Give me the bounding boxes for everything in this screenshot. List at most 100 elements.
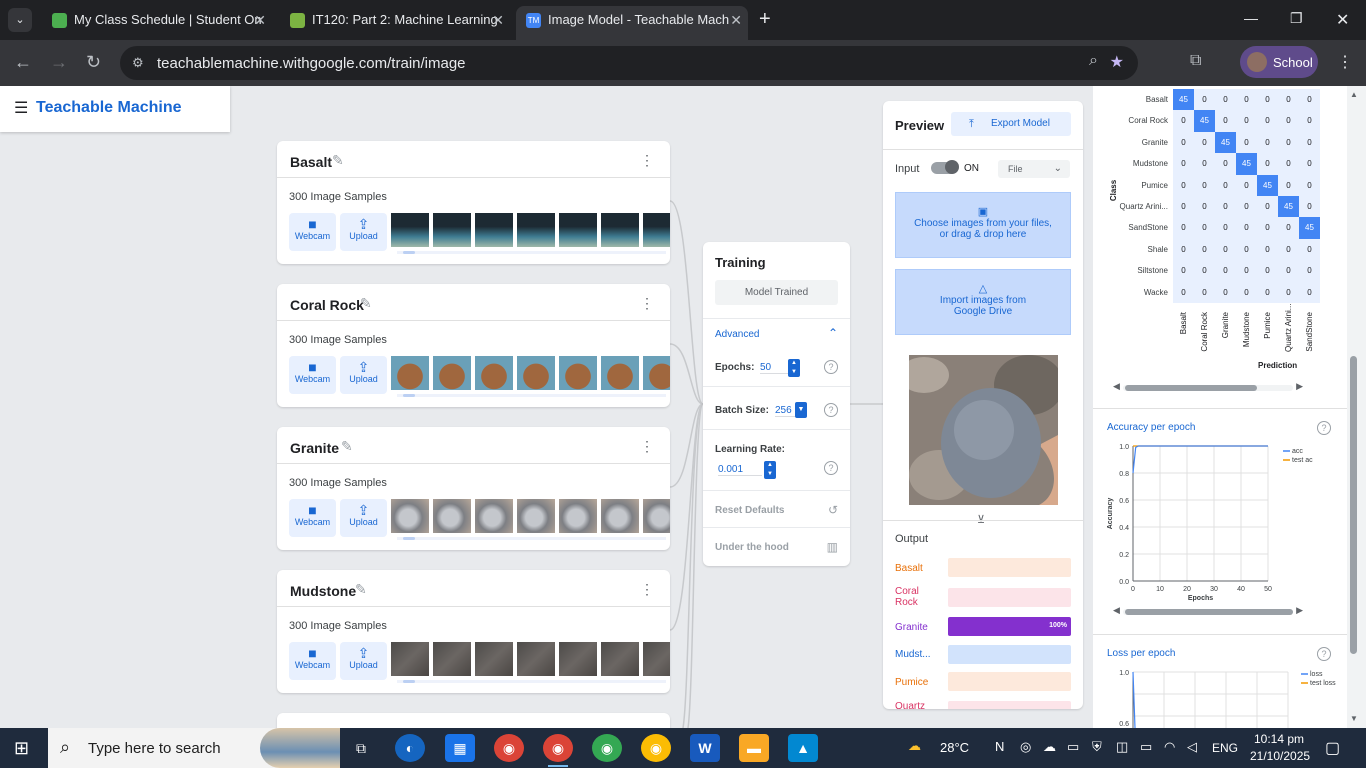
upload-button[interactable]: ⇪ Upload <box>340 499 387 537</box>
history-icon[interactable]: ↺ <box>828 503 838 517</box>
reload-icon[interactable]: ↻ <box>86 52 101 73</box>
sample-thumbnail[interactable] <box>643 213 670 247</box>
volume-icon[interactable]: ◁ <box>1187 739 1197 755</box>
sample-thumbnail[interactable] <box>601 213 639 247</box>
toggle-knob[interactable] <box>945 160 959 174</box>
scroll-thumb[interactable] <box>1125 385 1257 391</box>
sample-thumbnail[interactable] <box>475 642 513 676</box>
windows-start-icon[interactable]: ⊞ <box>14 738 29 759</box>
zoom-icon[interactable]: ⌕ <box>1089 52 1098 70</box>
wifi-icon[interactable]: ◠ <box>1164 739 1175 755</box>
sample-thumbnail[interactable] <box>559 642 597 676</box>
bookmark-star-icon[interactable]: ★ <box>1110 52 1124 72</box>
page-scrollbar[interactable]: ▲ ▼ <box>1347 86 1366 728</box>
scroll-thumb[interactable] <box>403 251 415 254</box>
epochs-stepper[interactable]: ▲ ▼ <box>788 359 800 377</box>
language-indicator[interactable]: ENG <box>1212 741 1238 755</box>
sample-thumbnail[interactable] <box>643 642 670 676</box>
advanced-toggle[interactable]: Advanced <box>715 329 759 340</box>
security-icon[interactable]: ⛨ <box>1092 739 1102 755</box>
sample-thumbnail[interactable] <box>517 642 555 676</box>
class-options-icon[interactable]: ⋮ <box>640 152 654 169</box>
thumbnail-scrollbar[interactable] <box>397 251 666 254</box>
thumbnail-scrollbar[interactable] <box>397 537 666 540</box>
batch-size-select[interactable]: 256 <box>775 405 795 417</box>
tray-app-icon[interactable]: ◎ <box>1020 739 1031 755</box>
horizontal-scrollbar[interactable]: ◀ ▶ <box>1113 605 1303 616</box>
scroll-up-icon[interactable]: ▲ <box>1350 90 1358 99</box>
chevron-down-icon[interactable]: ▼ <box>795 402 807 418</box>
clock-date[interactable]: 21/10/2025 <box>1250 749 1310 763</box>
sample-thumbnails[interactable] <box>391 642 670 676</box>
chrome-profile-icon[interactable]: ◉ <box>592 734 622 762</box>
upload-button[interactable]: ⇪ Upload <box>340 213 387 251</box>
upload-button[interactable]: ⇪ Upload <box>340 356 387 394</box>
epochs-input[interactable]: 50 <box>760 362 788 374</box>
class-name[interactable]: Coral Rock <box>290 297 364 313</box>
taskbar-search[interactable]: ⌕ Type here to search <box>48 728 340 768</box>
reset-defaults-button[interactable]: Reset Defaults <box>715 505 784 516</box>
input-toggle[interactable] <box>931 160 959 174</box>
back-icon[interactable]: ← <box>14 52 32 73</box>
task-view-icon[interactable]: ⧉ <box>346 734 376 762</box>
upload-button[interactable]: ⇪ Upload <box>340 642 387 680</box>
webcam-button[interactable]: ■ Webcam <box>289 356 336 394</box>
google-drive-button[interactable]: △ Import images from Google Drive <box>895 269 1071 335</box>
tab-search-dropdown-icon[interactable]: ⌄ <box>8 8 32 32</box>
sample-thumbnail[interactable] <box>433 642 471 676</box>
sample-thumbnail[interactable] <box>391 213 429 247</box>
export-model-button[interactable]: ⤒ Export Model <box>951 112 1071 136</box>
sample-thumbnail[interactable] <box>517 356 555 390</box>
help-icon[interactable]: ? <box>824 360 838 374</box>
sample-thumbnail[interactable] <box>559 499 597 533</box>
train-model-button[interactable]: Model Trained <box>715 280 838 305</box>
camera-icon[interactable]: ◫ <box>1116 739 1128 755</box>
weather-temp[interactable]: 28°C <box>940 740 969 755</box>
file-drop-zone[interactable]: ▣ Choose images from your files, or drag… <box>895 192 1071 258</box>
sample-thumbnail[interactable] <box>475 213 513 247</box>
sample-thumbnail[interactable] <box>433 356 471 390</box>
thumbnail-scrollbar[interactable] <box>397 394 666 397</box>
sample-thumbnails[interactable] <box>391 499 670 533</box>
chrome-profile-icon[interactable]: ◉ <box>641 734 671 762</box>
browser-tab-schedule[interactable]: My Class Schedule | Student On ✕ <box>42 6 272 40</box>
scroll-thumb[interactable] <box>403 537 415 540</box>
thumbnail-scrollbar[interactable] <box>397 680 666 683</box>
sample-thumbnails[interactable] <box>391 356 670 390</box>
help-icon[interactable]: ? <box>824 403 838 417</box>
edit-pencil-icon[interactable]: ✎ <box>332 152 344 169</box>
class-options-icon[interactable]: ⋮ <box>640 581 654 598</box>
sample-thumbnail[interactable] <box>517 499 555 533</box>
sample-thumbnail[interactable] <box>601 356 639 390</box>
profile-button[interactable]: School <box>1240 46 1318 78</box>
scroll-right-icon[interactable]: ▶ <box>1296 381 1303 392</box>
sample-thumbnail[interactable] <box>391 356 429 390</box>
edit-pencil-icon[interactable]: ✎ <box>341 438 353 455</box>
clock-time[interactable]: 10:14 pm <box>1254 732 1304 746</box>
scroll-left-icon[interactable]: ◀ <box>1113 381 1120 392</box>
webcam-button[interactable]: ■ Webcam <box>289 642 336 680</box>
sample-thumbnail[interactable] <box>391 499 429 533</box>
learning-rate-input[interactable]: 0.001 <box>718 464 762 476</box>
webcam-button[interactable]: ■ Webcam <box>289 499 336 537</box>
forward-icon[interactable]: → <box>50 52 68 73</box>
close-tab-icon[interactable]: ✕ <box>254 6 266 34</box>
scroll-thumb[interactable] <box>1350 356 1357 654</box>
under-the-hood-button[interactable]: Under the hood <box>715 542 789 553</box>
sample-thumbnail[interactable] <box>433 213 471 247</box>
sample-thumbnail[interactable] <box>601 642 639 676</box>
browser-tab-teachable-machine[interactable]: TM Image Model - Teachable Mach ✕ <box>516 6 748 40</box>
class-options-icon[interactable]: ⋮ <box>640 295 654 312</box>
sample-thumbnail[interactable] <box>559 356 597 390</box>
sample-thumbnail[interactable] <box>559 213 597 247</box>
horizontal-scrollbar[interactable]: ◀ ▶ <box>1113 381 1303 392</box>
app-icon[interactable]: ◐ <box>395 734 425 762</box>
calendar-app-icon[interactable]: ▦ <box>445 734 475 762</box>
sample-thumbnail[interactable] <box>601 499 639 533</box>
weather-icon[interactable]: ☁ <box>908 738 921 754</box>
maximize-icon[interactable]: ❐ <box>1290 10 1303 27</box>
input-source-select[interactable]: File ⌄ <box>998 160 1070 178</box>
sample-thumbnail[interactable] <box>433 499 471 533</box>
learning-rate-stepper[interactable]: ▲ ▼ <box>764 461 776 479</box>
class-options-icon[interactable]: ⋮ <box>640 438 654 455</box>
